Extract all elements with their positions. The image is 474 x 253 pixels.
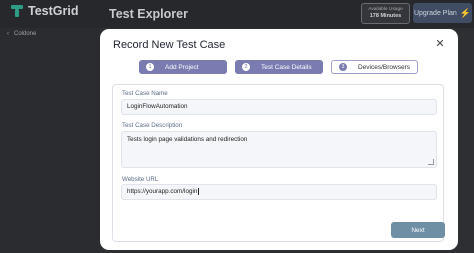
- top-bar: TestGrid Test Explorer Available Usage 1…: [0, 0, 474, 28]
- test-case-name-label: Test Case Name: [122, 90, 168, 97]
- modal-title: Record New Test Case: [113, 39, 226, 51]
- breadcrumb-label[interactable]: Coldone: [14, 31, 36, 37]
- test-case-name-input[interactable]: LoginFlowAutomation: [121, 99, 437, 115]
- test-case-description-label: Test Case Description: [122, 122, 183, 129]
- breadcrumb[interactable]: ‹ Coldone: [7, 31, 36, 37]
- website-url-text: https://yourapp.com/login: [127, 188, 198, 195]
- step-test-case-details[interactable]: 2 Test Case Details: [235, 60, 323, 74]
- step-number: 2: [242, 63, 250, 71]
- record-test-case-modal: Record New Test Case ✕ 1 Add Project 2 T…: [100, 29, 458, 250]
- page-title: Test Explorer: [109, 7, 188, 21]
- website-url-input[interactable]: https://yourapp.com/login: [121, 184, 437, 200]
- logo[interactable]: TestGrid: [11, 4, 78, 18]
- test-case-description-textarea[interactable]: Tests login page validations and redirec…: [121, 131, 437, 168]
- testgrid-logo-icon: [11, 4, 25, 18]
- usage-badge: Available Usage 178 Minutes: [361, 3, 410, 24]
- upgrade-plan-label: Upgrade Plan: [413, 9, 457, 17]
- step-number: 3: [339, 63, 347, 71]
- step-label: Test Case Details: [261, 63, 312, 71]
- resize-handle-icon[interactable]: [428, 159, 434, 165]
- side-panel: [0, 28, 100, 253]
- description-text: Tests login page validations and redirec…: [127, 136, 248, 143]
- chevron-left-icon[interactable]: ‹: [7, 31, 9, 37]
- step-label: Devices/Browsers: [358, 63, 411, 71]
- logo-text: TestGrid: [28, 4, 79, 18]
- next-button[interactable]: Next: [391, 222, 445, 238]
- close-icon[interactable]: ✕: [434, 38, 446, 50]
- step-add-project[interactable]: 1 Add Project: [139, 60, 227, 74]
- text-caret: [197, 187, 199, 195]
- upgrade-plan-button[interactable]: Upgrade Plan ⚡: [413, 3, 472, 23]
- test-case-form: Test Case Name LoginFlowAutomation Test …: [112, 84, 444, 242]
- website-url-label: Website URL: [122, 176, 159, 183]
- usage-value: 178 Minutes: [369, 13, 402, 19]
- step-number: 1: [146, 63, 154, 71]
- step-label: Add Project: [165, 63, 199, 71]
- step-devices-browsers[interactable]: 3 Devices/Browsers: [331, 60, 418, 74]
- lightning-icon: ⚡: [459, 7, 472, 18]
